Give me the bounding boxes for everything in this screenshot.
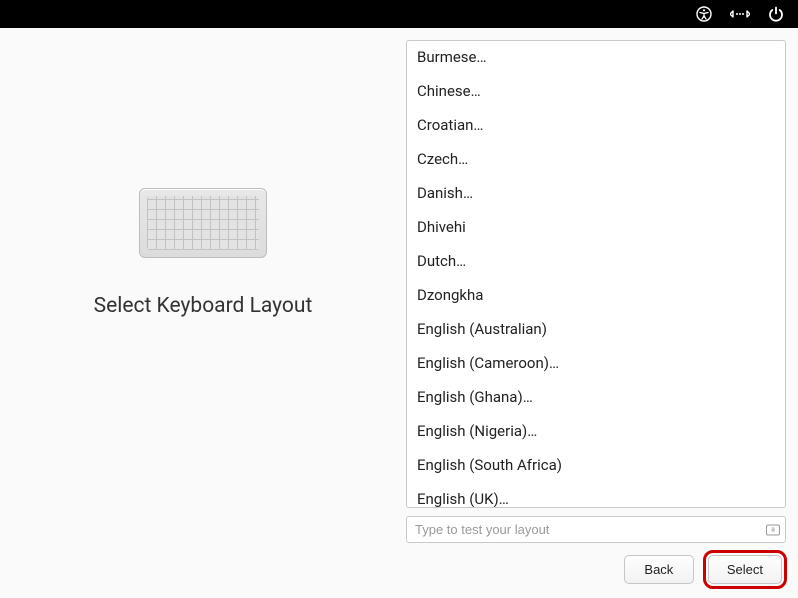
layout-item-label: English (Ghana)… [417, 388, 533, 406]
layout-item-label: Chinese… [417, 82, 481, 100]
test-input-row: a [406, 516, 786, 543]
layout-item[interactable]: Danish… [407, 177, 785, 211]
button-row: Back Select [624, 555, 782, 584]
test-layout-input[interactable] [406, 516, 786, 543]
left-pane: Select Keyboard Layout [0, 28, 406, 598]
layout-list[interactable]: Burmese… Chinese… Croatian… Czech… Danish… Dh… [407, 41, 785, 507]
adjust-icon[interactable] [730, 7, 750, 21]
topbar [0, 0, 798, 28]
accessibility-icon[interactable] [696, 6, 712, 22]
right-pane: Burmese… Chinese… Croatian… Czech… Danish… Dh… [406, 28, 798, 598]
back-button[interactable]: Back [624, 555, 694, 584]
layout-item-label: Dzongkha [417, 286, 483, 304]
layout-item-label: Croatian… [417, 116, 483, 134]
keyboard-icon [139, 188, 267, 258]
select-button[interactable]: Select [708, 555, 782, 584]
layout-item[interactable]: English (Nigeria)… [407, 415, 785, 449]
layout-item-label: Burmese… [417, 48, 487, 66]
layout-item[interactable]: Croatian… [407, 109, 785, 143]
layout-item[interactable]: Burmese… [407, 41, 785, 75]
layout-item-label: English (Nigeria)… [417, 422, 537, 440]
layout-item-label: English (South Africa) [417, 456, 562, 474]
layout-item[interactable]: English (Cameroon)… [407, 347, 785, 381]
layout-item[interactable]: English (South Africa) [407, 449, 785, 483]
layout-item[interactable]: Dhivehi [407, 211, 785, 245]
input-method-badge-icon[interactable]: a [766, 524, 780, 535]
power-icon[interactable] [768, 6, 784, 22]
layout-item-label: English (Australian) [417, 320, 547, 338]
layout-item[interactable]: English (Ghana)… [407, 381, 785, 415]
page-title: Select Keyboard Layout [94, 294, 313, 318]
layout-item-label: Czech… [417, 150, 468, 168]
layout-item-label: English (Cameroon)… [417, 354, 559, 372]
layout-item-label: English (UK)… [417, 490, 509, 507]
layout-list-wrap: Burmese… Chinese… Croatian… Czech… Danish… Dh… [406, 40, 786, 508]
layout-item-label: Dutch… [417, 252, 466, 270]
layout-item[interactable]: Dutch… [407, 245, 785, 279]
main-content: Select Keyboard Layout Burmese… Chinese… C… [0, 28, 798, 598]
layout-item-label: Danish… [417, 184, 473, 202]
layout-item[interactable]: English (UK)… [407, 483, 785, 507]
layout-item[interactable]: English (Australian) [407, 313, 785, 347]
layout-item[interactable]: Czech… [407, 143, 785, 177]
layout-item[interactable]: Chinese… [407, 75, 785, 109]
layout-item-label: Dhivehi [417, 218, 466, 236]
layout-item[interactable]: Dzongkha [407, 279, 785, 313]
